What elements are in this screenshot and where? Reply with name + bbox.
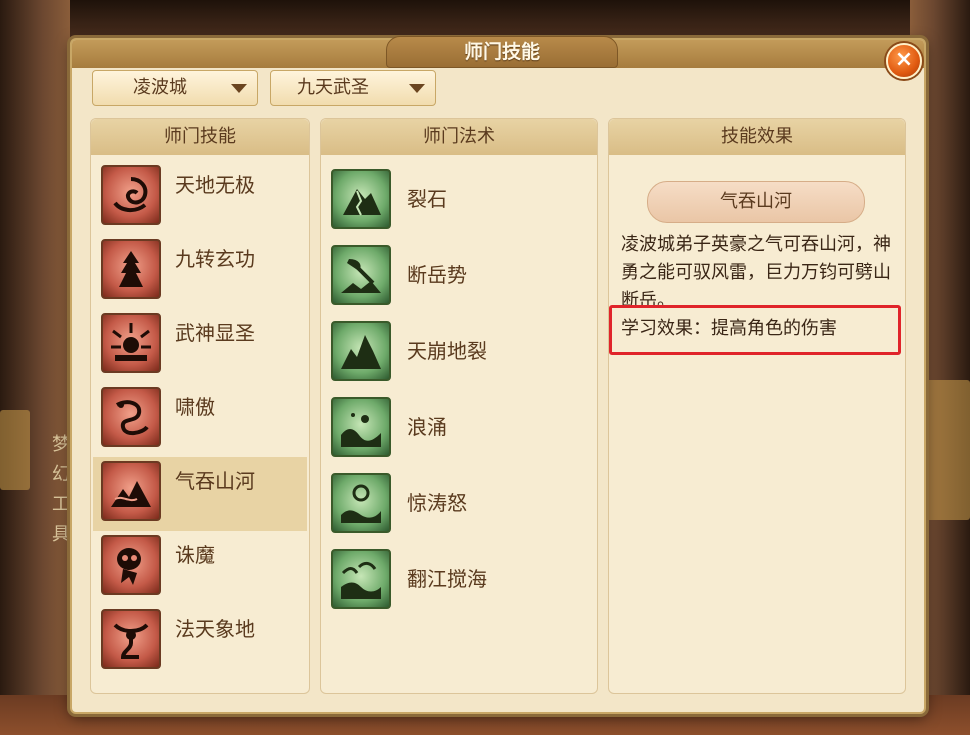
- chevron-down-icon: [409, 84, 425, 93]
- sea-icon: [331, 549, 391, 609]
- skills-panel: 师门技能 天地无极 九转玄功 武神显圣 啸傲 气吞山河 诛魔 法天象地: [90, 118, 310, 694]
- effect-panel: 技能效果 气吞山河 凌波城弟子英豪之气可吞山河，神勇之能可驭风雷，巨力万钧可劈山…: [608, 118, 906, 694]
- close-button[interactable]: ×: [886, 43, 922, 79]
- skill-label: 诛魔: [175, 543, 215, 567]
- skill-label: 天地无极: [175, 173, 255, 197]
- skill-item[interactable]: 啸傲: [93, 383, 307, 457]
- school-select[interactable]: 凌波城: [92, 70, 258, 106]
- storm-wave-icon: [331, 473, 391, 533]
- school-select-value: 凌波城: [133, 77, 187, 98]
- spells-panel: 师门法术 裂石 断岳势 天崩地裂 浪涌 惊涛怒 翻江搅海: [320, 118, 598, 694]
- background-decoration: [0, 410, 30, 490]
- skill-item[interactable]: 九转玄功: [93, 235, 307, 309]
- spell-item[interactable]: 翻江搅海: [323, 545, 593, 619]
- background-decoration: [925, 380, 970, 520]
- skull-icon: [101, 535, 161, 595]
- peaks-icon: [331, 321, 391, 381]
- spell-label: 惊涛怒: [407, 491, 467, 515]
- skill-label: 武神显圣: [175, 321, 255, 345]
- spell-item[interactable]: 浪涌: [323, 393, 593, 467]
- dialog-title: 师门技能: [386, 36, 618, 68]
- spell-item[interactable]: 断岳势: [323, 241, 593, 315]
- whirlwind-icon: [101, 165, 161, 225]
- skill-item[interactable]: 天地无极: [93, 161, 307, 235]
- chevron-down-icon: [231, 84, 247, 93]
- spell-label: 浪涌: [407, 415, 447, 439]
- effect-skill-name: 气吞山河: [647, 181, 865, 223]
- radiant-sun-icon: [101, 313, 161, 373]
- spells-panel-header: 师门法术: [321, 119, 597, 155]
- spell-item[interactable]: 裂石: [323, 165, 593, 239]
- rank-select[interactable]: 九天武圣: [270, 70, 436, 106]
- rank-select-value: 九天武圣: [297, 77, 369, 98]
- spell-label: 翻江搅海: [407, 567, 487, 591]
- cracked-rock-icon: [331, 169, 391, 229]
- effect-description: 凌波城弟子英豪之气可吞山河，神勇之能可驭风雷，巨力万钧可劈山断岳。: [621, 234, 891, 311]
- spell-item[interactable]: 惊涛怒: [323, 469, 593, 543]
- spell-label: 断岳势: [407, 263, 467, 287]
- effect-learn-text: 学习效果：提高角色的伤害: [621, 318, 837, 339]
- skill-label: 气吞山河: [175, 469, 255, 493]
- skill-label: 啸傲: [175, 395, 215, 419]
- spell-item[interactable]: 天崩地裂: [323, 317, 593, 391]
- axe-icon: [331, 245, 391, 305]
- tower-icon: [101, 239, 161, 299]
- skill-label: 九转玄功: [175, 247, 255, 271]
- mountain-icon: [101, 461, 161, 521]
- dragon-icon: [101, 387, 161, 447]
- skills-panel-header: 师门技能: [91, 119, 309, 155]
- effect-panel-header: 技能效果: [609, 119, 905, 155]
- skill-item[interactable]: 诛魔: [93, 531, 307, 605]
- spell-label: 天崩地裂: [407, 339, 487, 363]
- background-ceiling: [0, 0, 970, 40]
- skill-item[interactable]: 法天象地: [93, 605, 307, 679]
- background-left-wall: [0, 0, 70, 735]
- skill-label: 法天象地: [175, 617, 255, 641]
- wave-icon: [331, 397, 391, 457]
- warrior-icon: [101, 609, 161, 669]
- skill-item-selected[interactable]: 气吞山河: [93, 457, 307, 531]
- background-side-text: 梦幻工具: [52, 434, 70, 545]
- skill-item[interactable]: 武神显圣: [93, 309, 307, 383]
- sect-skills-dialog: 师门技能 × 凌波城 九天武圣 师门技能 天地无极 九转玄功 武神显圣 啸傲 气…: [70, 36, 926, 714]
- spell-label: 裂石: [407, 187, 447, 211]
